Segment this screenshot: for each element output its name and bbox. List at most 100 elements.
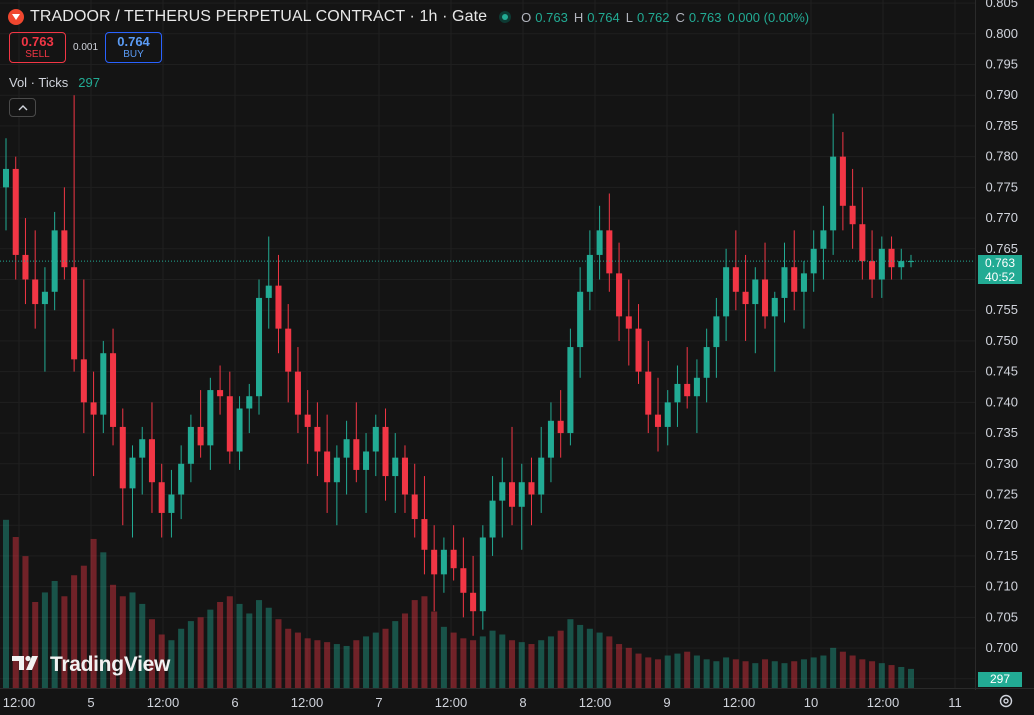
candle-body	[713, 316, 720, 348]
time-tick-label: 7	[375, 695, 382, 710]
candle-body	[654, 414, 662, 427]
volume-bar	[732, 659, 739, 688]
low-value: 0.762	[636, 9, 670, 25]
candle-body	[859, 224, 866, 262]
candle-body	[324, 451, 331, 483]
candle-body	[489, 500, 496, 538]
close-value: 0.763	[688, 9, 722, 25]
open-key: O	[521, 9, 532, 25]
last-price-value: 0.763	[984, 255, 1016, 270]
candle-body	[606, 230, 613, 274]
volume-bar	[713, 661, 720, 688]
volume-bar	[664, 655, 671, 688]
candle-body	[771, 297, 778, 317]
low-key: L	[625, 9, 633, 25]
volume-bar	[294, 632, 301, 688]
candle-body	[431, 549, 438, 575]
volume-bar	[236, 603, 243, 688]
candle-body	[2, 168, 10, 188]
price-tick-label: 0.725	[985, 487, 1018, 502]
candle-body	[178, 463, 185, 495]
candle-body	[246, 396, 253, 409]
high-value: 0.764	[587, 9, 620, 25]
market-status-icon[interactable]	[499, 11, 512, 23]
volume-bar	[440, 626, 447, 688]
candle-body	[275, 285, 282, 329]
volume-bar	[431, 611, 438, 688]
price-tick-label: 0.800	[985, 26, 1018, 41]
candle-body	[139, 439, 146, 458]
candle-body	[499, 482, 506, 501]
gear-icon	[998, 693, 1014, 712]
candle-body	[236, 408, 243, 452]
volume-bar	[888, 665, 895, 688]
volume-bar	[411, 600, 418, 688]
candle-body	[71, 267, 78, 360]
volume-bar	[479, 636, 486, 688]
candle-body	[907, 261, 915, 263]
candle-body	[187, 426, 194, 464]
candle-body	[90, 402, 97, 415]
volume-bar	[538, 640, 545, 688]
time-tick-label: 12:00	[3, 695, 36, 710]
volume-bar	[800, 659, 807, 688]
sell-label: SELL	[25, 48, 50, 60]
time-tick-label: 5	[87, 695, 94, 710]
volume-legend[interactable]: Vol · Ticks 297	[9, 75, 100, 90]
candle-body	[411, 494, 418, 520]
price-tick-label: 0.785	[985, 118, 1018, 133]
candle-body	[363, 451, 370, 470]
tradoor-logo-icon	[8, 9, 24, 25]
price-chart[interactable]: 0.805 0.800 0.795 0.790 0.785 0.780 0.775 0.770…	[0, 0, 1034, 715]
time-tick-label: 12:00	[291, 695, 324, 710]
price-tick-label: 0.755	[985, 302, 1018, 317]
candle-body	[888, 248, 895, 268]
volume-bar	[178, 628, 185, 688]
bar-countdown: 40:52	[984, 269, 1016, 284]
candle-body	[80, 359, 87, 403]
candle-body	[470, 592, 477, 612]
last-volume-tag: 297	[978, 672, 1022, 687]
price-tick-label: 0.715	[985, 548, 1018, 563]
buy-button[interactable]: 0.764 BUY	[105, 32, 163, 63]
volume-bar	[275, 619, 282, 688]
volume-bar	[489, 630, 496, 688]
symbol-title[interactable]: TRADOOR / TETHERUS PERPETUAL CONTRACT · …	[30, 8, 487, 26]
time-tick-label: 12:00	[435, 695, 468, 710]
price-tick-label: 0.795	[985, 57, 1018, 72]
time-axis[interactable]: 12:00 5 12:00 6 12:00 7 12:00 8 12:00 9 12:00 10 12:…	[3, 695, 962, 710]
candle-body	[197, 426, 204, 446]
volume-bar	[187, 621, 194, 688]
candle-body	[207, 390, 214, 446]
high-key: H	[573, 9, 584, 25]
volume-bar	[703, 659, 710, 688]
volume-bar	[226, 596, 233, 688]
candle-body	[440, 549, 447, 575]
candle-body	[119, 426, 126, 489]
candle-body	[547, 420, 554, 458]
collapse-legend-button[interactable]	[9, 98, 36, 117]
volume-bar	[2, 519, 10, 688]
candle-body	[100, 353, 107, 415]
volume-bar	[363, 636, 370, 688]
volume-bar	[333, 644, 340, 688]
sell-price: 0.763	[21, 33, 54, 49]
sell-button[interactable]: 0.763 SELL	[9, 32, 66, 63]
volume-legend-label: Vol · Ticks	[9, 75, 69, 90]
axis-settings-button[interactable]	[996, 692, 1016, 712]
candle-body	[752, 279, 759, 305]
tradingview-watermark[interactable]: TradingView	[12, 653, 170, 677]
candle-body	[800, 273, 807, 292]
volume-bar	[771, 661, 778, 688]
price-tick-label: 0.790	[985, 87, 1018, 102]
price-tick-label: 0.805	[985, 0, 1018, 10]
volume-bar	[246, 613, 253, 688]
volume-bar	[285, 628, 292, 688]
candle-body	[557, 420, 564, 434]
candle-body	[421, 519, 428, 550]
candle-body	[217, 390, 224, 397]
close-key: C	[675, 9, 685, 25]
volume-bar	[878, 663, 885, 688]
price-axis[interactable]: 0.805 0.800 0.795 0.790 0.785 0.780 0.775 0.770…	[985, 0, 1018, 686]
candle-body	[684, 383, 691, 397]
